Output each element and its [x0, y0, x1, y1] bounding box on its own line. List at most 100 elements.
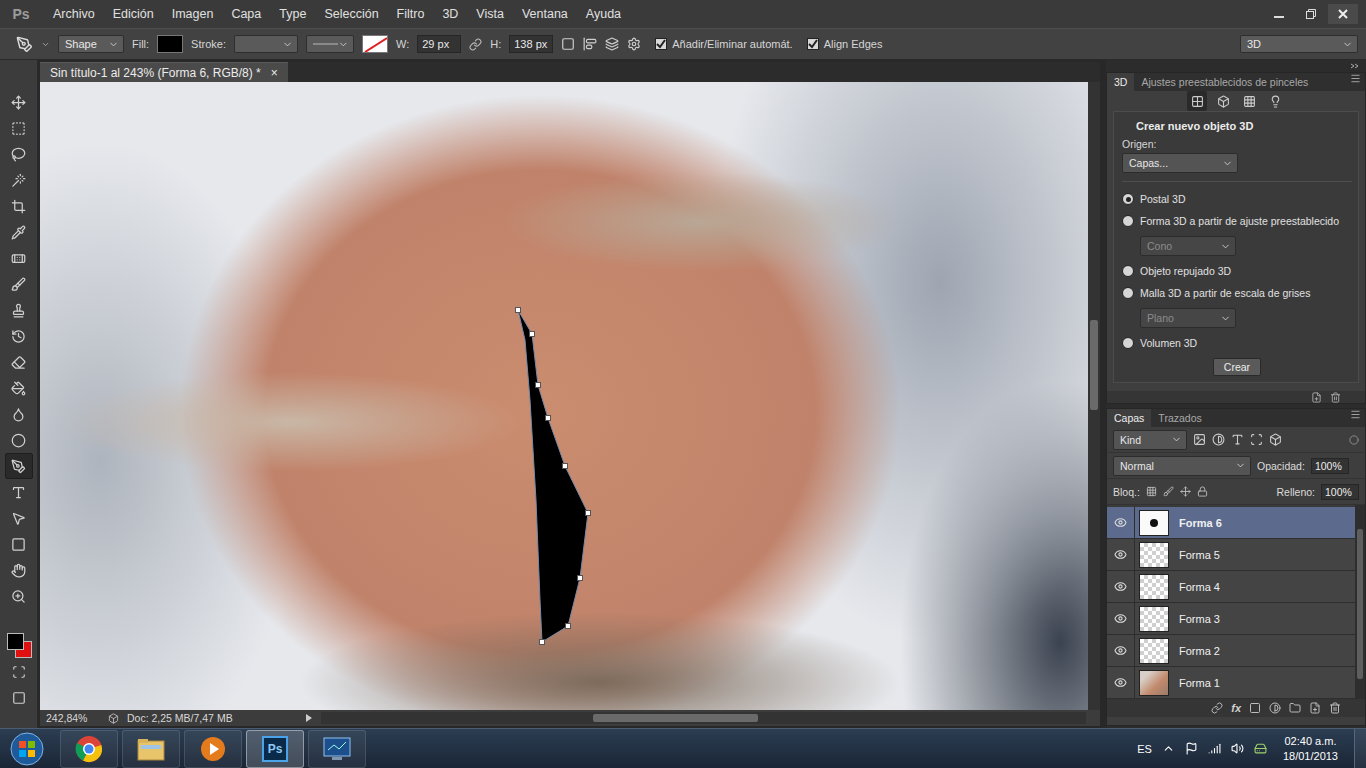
radio-option[interactable]: Forma 3D a partir de ajuste preestableci…	[1122, 210, 1352, 232]
tool-button[interactable]	[5, 505, 33, 531]
taskbar-app[interactable]: Ps	[246, 730, 304, 768]
tool-button[interactable]	[5, 141, 33, 167]
zoom-level[interactable]: 242,84%	[46, 712, 100, 724]
anchor-point[interactable]	[566, 624, 571, 629]
anchor-point[interactable]	[578, 576, 583, 581]
smart-object-filter-icon[interactable]	[1269, 433, 1282, 446]
shape-filter-icon[interactable]	[1250, 433, 1263, 446]
radio-button[interactable]	[1122, 287, 1134, 299]
filter-toggle-icon[interactable]	[1349, 435, 1359, 445]
screen-mode-button[interactable]	[5, 685, 33, 711]
radio-option[interactable]: Objeto repujado 3D	[1122, 260, 1352, 282]
link-icon[interactable]	[469, 38, 482, 51]
start-button[interactable]	[0, 729, 54, 768]
link-layers-icon[interactable]	[1211, 702, 1223, 714]
radio-button[interactable]	[1122, 193, 1134, 205]
language-indicator[interactable]: ES	[1137, 743, 1152, 755]
stroke-width-dropdown[interactable]	[234, 35, 298, 53]
fill-input[interactable]: 100%	[1321, 484, 1359, 500]
panel-tab[interactable]: 3D	[1107, 73, 1134, 91]
menu-item[interactable]: Selección	[315, 0, 387, 28]
new-icon[interactable]	[1311, 392, 1322, 403]
create-button[interactable]: Crear	[1213, 358, 1261, 376]
taskbar-app[interactable]	[122, 730, 180, 768]
layer-mask-icon[interactable]	[1249, 702, 1261, 714]
tool-button[interactable]	[5, 193, 33, 219]
stroke-type-dropdown[interactable]	[306, 35, 354, 53]
anchor-point[interactable]	[563, 464, 568, 469]
tool-button[interactable]	[5, 531, 33, 557]
canvas-photo[interactable]	[40, 82, 1088, 710]
taskbar-app[interactable]	[60, 730, 118, 768]
lock-pixels-icon[interactable]	[1163, 486, 1174, 497]
path-operations-icon[interactable]	[561, 37, 575, 51]
radio-button[interactable]	[1122, 337, 1134, 349]
close-button[interactable]	[1328, 4, 1358, 24]
tool-button[interactable]	[5, 89, 33, 115]
visibility-toggle[interactable]	[1107, 507, 1135, 538]
menu-item[interactable]: Ayuda	[577, 0, 630, 28]
checkbox-box[interactable]	[807, 38, 819, 50]
light-filter[interactable]	[1265, 91, 1285, 111]
tool-button[interactable]	[5, 375, 33, 401]
option-checkbox[interactable]: Añadir/Eliminar automát.	[655, 38, 792, 50]
stroke-swatch[interactable]	[362, 35, 388, 53]
scroll-thumb[interactable]	[1090, 320, 1098, 410]
menu-item[interactable]: Capa	[222, 0, 270, 28]
trash-icon[interactable]	[1329, 702, 1341, 714]
anchor-point[interactable]	[530, 332, 535, 337]
pixel-filter-icon[interactable]	[1193, 433, 1206, 446]
menu-item[interactable]: Archivo	[44, 0, 104, 28]
tool-button[interactable]	[5, 453, 33, 479]
blend-mode-select[interactable]: Normal	[1113, 456, 1251, 476]
anchor-point[interactable]	[540, 640, 545, 645]
filter-kind-select[interactable]: Kind	[1113, 430, 1187, 450]
lock-all-icon[interactable]	[1197, 486, 1208, 497]
tool-button[interactable]	[5, 349, 33, 375]
scroll-thumb[interactable]	[1357, 529, 1363, 679]
scroll-thumb[interactable]	[593, 714, 758, 722]
menu-item[interactable]: 3D	[433, 0, 467, 28]
trash-icon[interactable]	[1330, 392, 1341, 403]
tool-preset-icon[interactable]	[41, 40, 50, 49]
taskbar-app[interactable]	[308, 730, 366, 768]
tool-button[interactable]	[5, 323, 33, 349]
fill-swatch[interactable]	[157, 35, 183, 53]
menu-item[interactable]: Ventana	[513, 0, 577, 28]
volume-icon[interactable]	[1231, 742, 1244, 755]
menu-item[interactable]: Edición	[104, 0, 163, 28]
panel-menu-icon[interactable]	[1350, 409, 1361, 420]
panel-tab[interactable]: Capas	[1107, 409, 1151, 427]
adjustment-layer-icon[interactable]	[1269, 702, 1281, 714]
anchor-point[interactable]	[546, 416, 551, 421]
tool-mode-dropdown[interactable]: Shape	[58, 35, 124, 53]
drive-icon[interactable]	[1254, 742, 1267, 755]
visibility-toggle[interactable]	[1107, 635, 1135, 666]
tool-button[interactable]	[5, 271, 33, 297]
layer-row[interactable]: Forma 3	[1107, 603, 1355, 635]
vertical-scrollbar[interactable]	[1088, 82, 1100, 710]
path-alignment-icon[interactable]	[583, 37, 597, 51]
origin-select[interactable]: Capas...	[1122, 153, 1238, 173]
width-input[interactable]: 29 px	[417, 35, 461, 53]
close-tab-button[interactable]: ×	[271, 66, 278, 80]
tool-button[interactable]	[5, 297, 33, 323]
clock[interactable]: 02:40 a.m.18/01/2013	[1277, 734, 1344, 764]
tool-button[interactable]	[5, 401, 33, 427]
group-icon[interactable]	[1289, 702, 1301, 714]
network-icon[interactable]	[1208, 742, 1221, 755]
status-menu-icon[interactable]	[305, 713, 313, 723]
menu-item[interactable]: Type	[270, 0, 315, 28]
option-checkbox[interactable]: Align Edges	[807, 38, 883, 50]
gear-icon[interactable]	[627, 37, 641, 51]
anchor-point[interactable]	[516, 308, 521, 313]
horizontal-scrollbar[interactable]	[321, 712, 1086, 724]
minimize-button[interactable]	[1264, 4, 1294, 24]
path-arrangement-icon[interactable]	[605, 37, 619, 51]
action-center-icon[interactable]	[1185, 742, 1198, 755]
new-layer-icon[interactable]	[1309, 702, 1321, 714]
foreground-color[interactable]	[7, 633, 24, 650]
tool-button[interactable]	[5, 167, 33, 193]
collapse-icon[interactable]	[1350, 63, 1360, 69]
quick-mask-button[interactable]	[5, 659, 33, 685]
